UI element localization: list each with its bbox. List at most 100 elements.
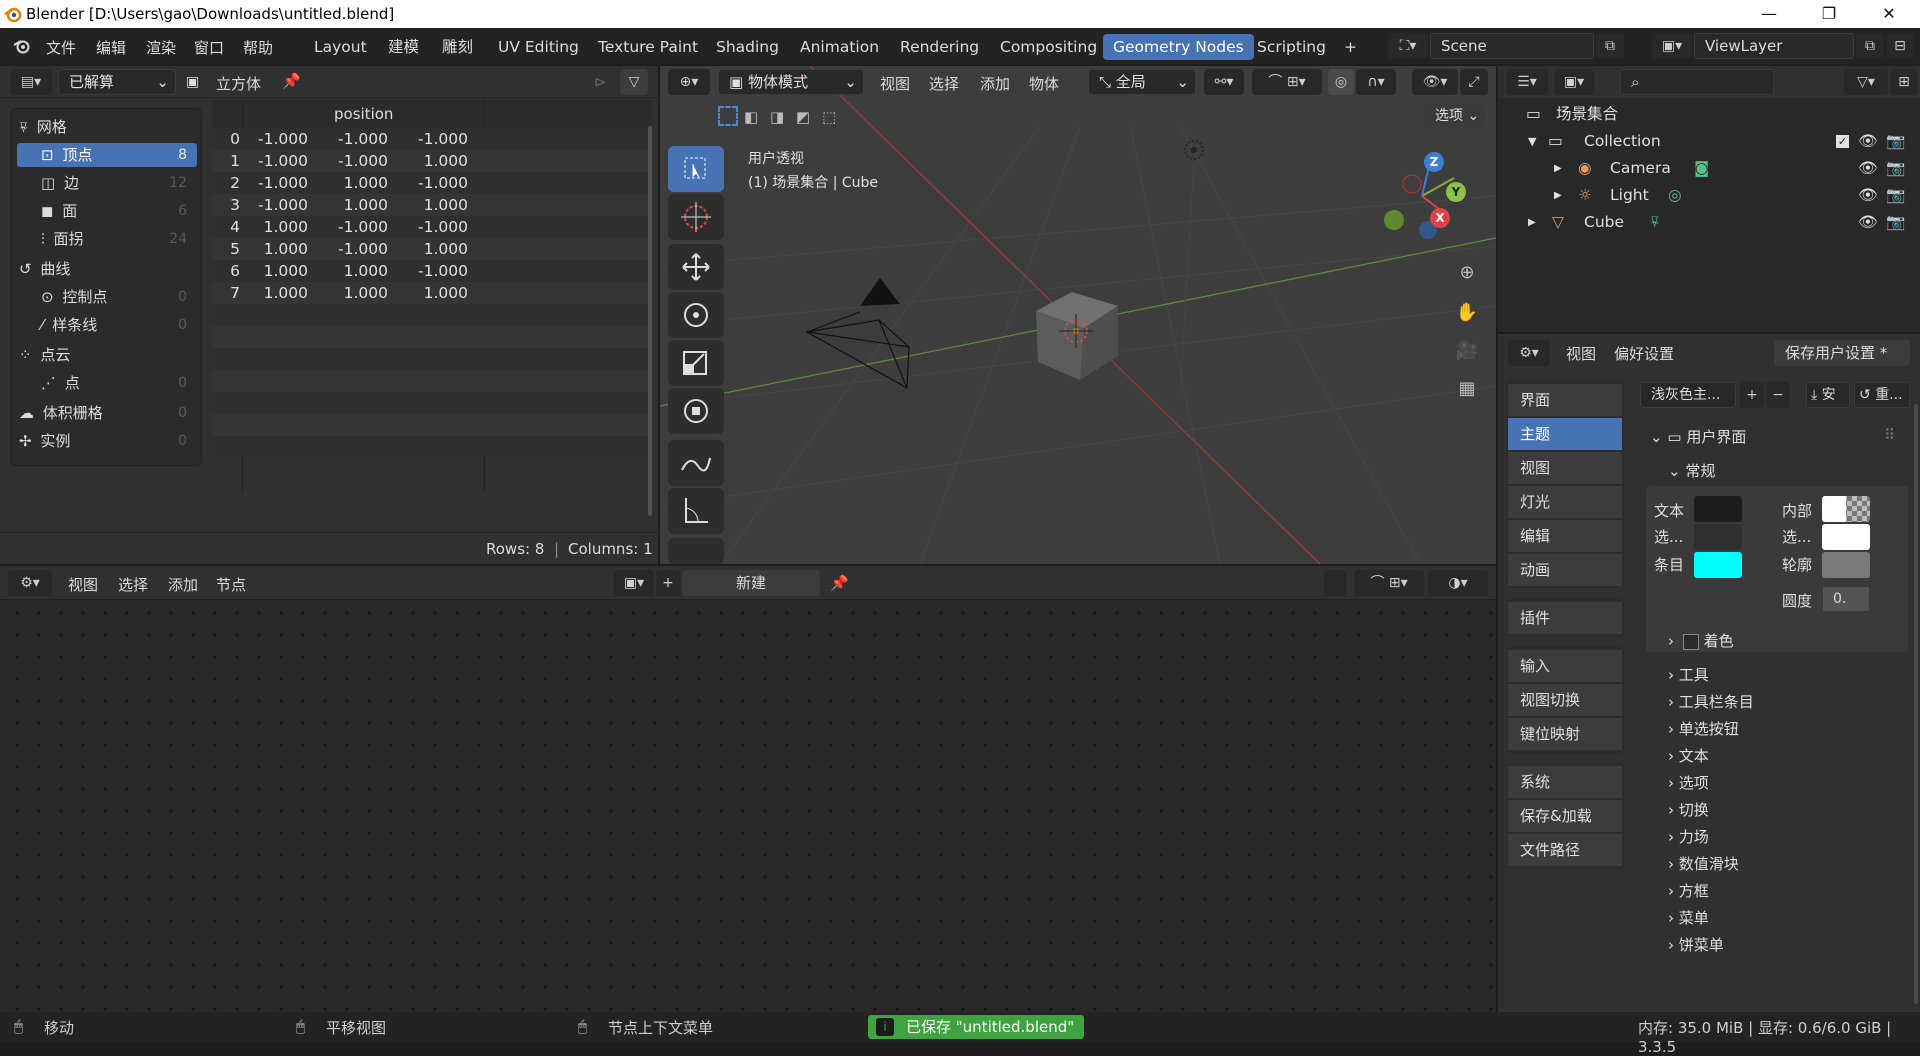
outliner-row-scene-collection[interactable]: ▭ 场景集合 bbox=[1498, 101, 1920, 128]
tab-scripting[interactable]: Scripting bbox=[1247, 34, 1336, 60]
close-button[interactable]: ✕ bbox=[1860, 0, 1918, 28]
tree-item-curve[interactable]: ↺ 曲线 bbox=[17, 257, 197, 281]
add-cube-tool[interactable] bbox=[668, 538, 724, 564]
rotate-tool[interactable] bbox=[668, 292, 724, 338]
theme-section-collapsed[interactable]: › 工具 bbox=[1668, 664, 1709, 685]
scale-tool[interactable] bbox=[668, 340, 724, 386]
light-data-icon[interactable]: ◎ bbox=[1668, 182, 1682, 209]
node-menu-node[interactable]: 节点 bbox=[216, 574, 246, 595]
vertical-scrollbar[interactable] bbox=[648, 126, 652, 516]
expand-arrow-icon[interactable]: ▶ bbox=[1554, 155, 1562, 182]
node-pin-icon[interactable]: 📌 bbox=[830, 574, 849, 592]
tab-uv-editing[interactable]: UV Editing bbox=[488, 34, 589, 60]
tree-item-spline[interactable]: ⁄ 样条线 0 bbox=[17, 313, 197, 337]
theme-section-collapsed[interactable]: › 饼菜单 bbox=[1668, 934, 1724, 955]
node-overlay-icon[interactable] bbox=[1324, 570, 1346, 596]
subsection-regular[interactable]: ⌄ 常规 bbox=[1668, 460, 1715, 481]
mode-dropdown[interactable]: ▣ 物体模式 ⌄ bbox=[718, 69, 864, 95]
add-workspace-icon[interactable]: + bbox=[1334, 34, 1367, 60]
prefs-menu-preferences[interactable]: 偏好设置 bbox=[1614, 343, 1674, 364]
node-editor[interactable]: ⚙▾ 视图 选择 添加 节点 ▣▾ + 新建 📌 ⌒ ⊞▾ ◑▾ bbox=[0, 566, 1496, 1012]
prefs-scrollbar[interactable] bbox=[1914, 404, 1918, 1004]
outliner-filter-icon[interactable]: ▽▾ bbox=[1844, 69, 1888, 95]
tree-item-face-corner[interactable]: ⫶ 面拐 24 bbox=[17, 227, 197, 251]
theme-section-collapsed[interactable]: › 方框 bbox=[1668, 880, 1709, 901]
theme-section-collapsed[interactable]: › 力场 bbox=[1668, 826, 1709, 847]
viewport-menu-view[interactable]: 视图 bbox=[880, 73, 910, 94]
nav-navigation[interactable]: 视图切换 bbox=[1508, 684, 1622, 716]
visibility-icon[interactable]: 👁▾ bbox=[1412, 69, 1458, 95]
theme-section-collapsed[interactable]: › 文本 bbox=[1668, 745, 1709, 766]
select-subtract-icon[interactable]: ◨ bbox=[770, 108, 784, 126]
render-camera-icon[interactable]: 📷 bbox=[1886, 182, 1905, 209]
outliner-row-light[interactable]: ▶ ☼ Light ◎ 👁 📷 bbox=[1498, 182, 1920, 209]
visibility-eye-icon[interactable]: 👁 bbox=[1858, 155, 1878, 182]
viewport-menu-select[interactable]: 选择 bbox=[929, 73, 959, 94]
select-extend-icon[interactable]: ◧ bbox=[744, 108, 758, 126]
menu-window[interactable]: 窗口 bbox=[194, 37, 224, 58]
display-mode-icon[interactable]: ▣▾ bbox=[1554, 69, 1594, 95]
proportional-edit-icon[interactable]: ◎ bbox=[1328, 69, 1354, 95]
measure-tool[interactable] bbox=[668, 488, 724, 534]
options-dropdown[interactable]: 选项 ⌄ bbox=[1424, 103, 1486, 129]
subsection-shaded[interactable]: › 着色 bbox=[1668, 630, 1734, 651]
pin-icon[interactable]: 📌 bbox=[282, 72, 301, 90]
new-collection-icon[interactable]: ⊞ bbox=[1890, 69, 1918, 95]
gizmo-x-axis[interactable]: X bbox=[1430, 208, 1450, 228]
annotate-tool[interactable] bbox=[668, 440, 724, 486]
theme-preset-dropdown[interactable]: 浅灰色主... bbox=[1640, 382, 1736, 408]
menu-render[interactable]: 渲染 bbox=[146, 37, 176, 58]
node-menu-select[interactable]: 选择 bbox=[118, 574, 148, 595]
outliner-editor-type-icon[interactable]: ☰▾ bbox=[1506, 69, 1548, 95]
scene-name-field[interactable]: Scene bbox=[1430, 33, 1594, 59]
tree-item-vertex[interactable]: ⊡ 顶点 8 bbox=[17, 143, 197, 167]
tree-item-control-point[interactable]: ⊙ 控制点 0 bbox=[17, 285, 197, 309]
tab-layout[interactable]: Layout bbox=[304, 34, 377, 60]
select-intersect-icon[interactable]: ⬚ bbox=[822, 108, 836, 126]
move-tool[interactable] bbox=[668, 244, 724, 290]
falloff-icon[interactable]: ∩▾ bbox=[1356, 69, 1396, 95]
outliner-row-camera[interactable]: ▶ ◉ Camera ◙ 👁 📷 bbox=[1498, 155, 1920, 182]
exclude-checkbox[interactable]: ✓ bbox=[1836, 135, 1849, 148]
inner-selected-color-swatch[interactable] bbox=[1822, 524, 1870, 550]
menu-edit[interactable]: 编辑 bbox=[96, 37, 126, 58]
inner-color-swatch[interactable] bbox=[1822, 496, 1870, 522]
nav-system[interactable]: 系统 bbox=[1508, 766, 1622, 798]
view-layer-field[interactable]: ViewLayer bbox=[1694, 33, 1854, 59]
gizmo-z-axis[interactable]: Z bbox=[1424, 152, 1444, 172]
outliner-row-cube[interactable]: ▶ ▽ Cube ⍫ 👁 📷 bbox=[1498, 209, 1920, 236]
nav-lights[interactable]: 灯光 bbox=[1508, 486, 1622, 518]
camera-view-icon[interactable]: 🎥 bbox=[1452, 340, 1482, 370]
tab-texture-paint[interactable]: Texture Paint bbox=[588, 34, 708, 60]
select-box-tool[interactable] bbox=[668, 146, 724, 192]
node-menu-add[interactable]: 添加 bbox=[168, 574, 198, 595]
zoom-icon[interactable]: ⊕ bbox=[1452, 262, 1482, 292]
outliner-search-input[interactable]: ⌕ bbox=[1620, 69, 1774, 95]
theme-section-collapsed[interactable]: › 切换 bbox=[1668, 799, 1709, 820]
nav-animation[interactable]: 动画 bbox=[1508, 554, 1622, 586]
nav-viewport[interactable]: 视图 bbox=[1508, 452, 1622, 484]
item-color-swatch[interactable] bbox=[1694, 552, 1742, 578]
roundness-field[interactable]: 0. bbox=[1822, 586, 1870, 612]
tab-modeling[interactable]: 建模 bbox=[378, 34, 429, 60]
prefs-editor-type-icon[interactable]: ⚙▾ bbox=[1508, 340, 1550, 366]
filter-icon[interactable]: ▽ bbox=[620, 69, 648, 95]
prefs-menu-view[interactable]: 视图 bbox=[1566, 343, 1596, 364]
remove-preset-icon[interactable]: − bbox=[1766, 382, 1790, 408]
section-user-interface[interactable]: ⌄ ▭ 用户界面 bbox=[1650, 426, 1746, 447]
install-theme-button[interactable]: ⤓ 安 bbox=[1806, 382, 1850, 408]
shaded-checkbox[interactable] bbox=[1682, 633, 1699, 650]
text-selected-color-swatch[interactable] bbox=[1694, 524, 1742, 550]
transform-orientation-dropdown[interactable]: ⤡ 全局 ⌄ bbox=[1088, 69, 1196, 95]
tree-item-point-cloud[interactable]: ⁘ 点云 bbox=[17, 343, 197, 367]
theme-section-collapsed[interactable]: › 工具栏条目 bbox=[1668, 691, 1754, 712]
pan-hand-icon[interactable]: ✋ bbox=[1452, 302, 1482, 332]
viewport-menu-object[interactable]: 物体 bbox=[1029, 73, 1059, 94]
expand-arrow-icon[interactable]: ▶ bbox=[1554, 182, 1562, 209]
gizmo-y-axis[interactable]: Y bbox=[1446, 182, 1466, 202]
reset-theme-button[interactable]: ↺ 重... bbox=[1854, 382, 1910, 408]
restore-button[interactable]: ❐ bbox=[1800, 0, 1858, 28]
theme-section-collapsed[interactable]: › 单选按钮 bbox=[1668, 718, 1739, 739]
nav-themes[interactable]: 主题 bbox=[1508, 418, 1622, 450]
expand-arrow-icon[interactable]: ▼ bbox=[1528, 128, 1536, 155]
